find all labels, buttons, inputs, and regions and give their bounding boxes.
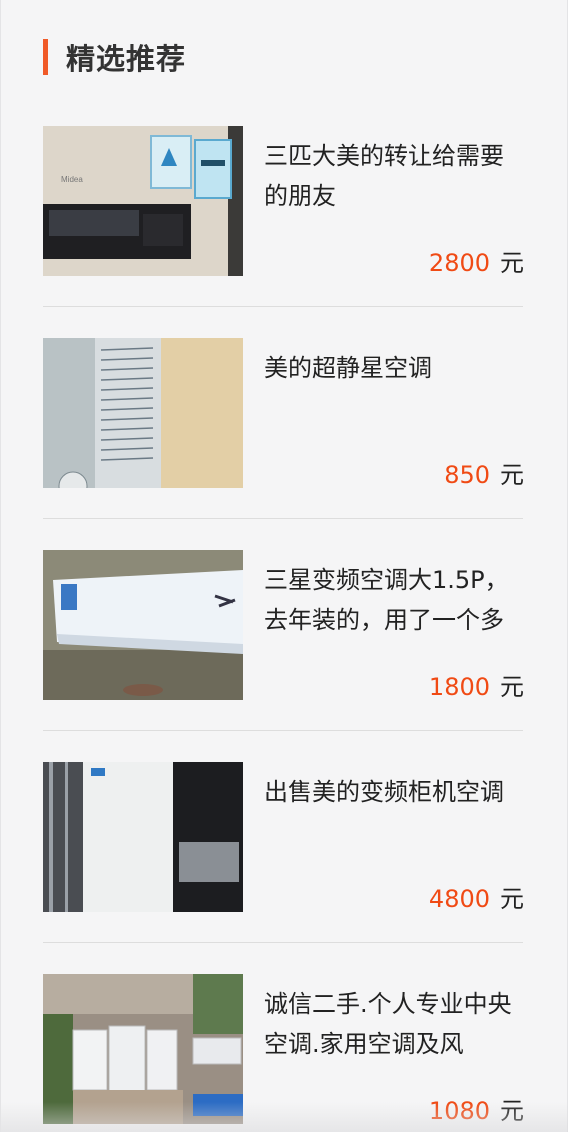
product-info: 三匹大美的转让给需要的朋友 2800 元 <box>264 136 524 277</box>
price-unit: 元 <box>500 673 524 701</box>
divider <box>43 306 523 307</box>
price-unit: 元 <box>500 461 524 489</box>
list-item[interactable]: Midea 三匹大美的转让给需要的朋友 2800 元 <box>43 126 524 338</box>
price-row: 4800 元 <box>429 882 524 916</box>
wall-unit-photo-icon <box>43 550 243 700</box>
price-unit: 元 <box>500 885 524 913</box>
svg-text:Midea: Midea <box>61 175 83 184</box>
price-row: 850 元 <box>444 458 524 492</box>
product-list: Midea 三匹大美的转让给需要的朋友 2800 元 美的超静星空调 850 元… <box>43 126 524 1132</box>
price-unit: 元 <box>500 1097 524 1125</box>
section-title: 精选推荐 <box>66 42 187 76</box>
spec-label-photo-icon <box>43 338 243 488</box>
product-thumbnail[interactable] <box>43 338 243 488</box>
price-row: 2800 元 <box>429 246 524 280</box>
divider <box>43 518 523 519</box>
list-item[interactable]: 美的超静星空调 850 元 <box>43 338 524 550</box>
product-name[interactable]: 诚信二手.个人专业中央空调.家用空调及风 <box>264 984 524 1064</box>
recommend-page: 精选推荐 Midea 三匹大美的转让给需要的朋友 2800 元 美的超静星空调 … <box>0 0 568 1132</box>
product-price: 1800 <box>428 673 490 701</box>
product-price: 2800 <box>428 249 490 277</box>
product-info: 三星变频空调大1.5P，去年装的，用了一个多 1800 元 <box>264 560 524 701</box>
divider <box>43 730 523 731</box>
product-price: 850 <box>444 461 490 489</box>
product-price: 4800 <box>428 885 490 913</box>
price-unit: 元 <box>500 249 524 277</box>
product-thumbnail[interactable]: Midea <box>43 126 243 276</box>
price-row: 1080 元 <box>429 1094 524 1128</box>
product-info: 诚信二手.个人专业中央空调.家用空调及风 1080 元 <box>264 984 524 1125</box>
product-thumbnail[interactable] <box>43 762 243 912</box>
air-conditioner-panel-photo-icon: Midea <box>43 126 243 276</box>
outdoor-units-photo-icon <box>43 974 243 1124</box>
product-name[interactable]: 美的超静星空调 <box>264 348 524 388</box>
accent-bar <box>43 39 48 75</box>
list-item[interactable]: 诚信二手.个人专业中央空调.家用空调及风 1080 元 <box>43 974 524 1132</box>
product-name[interactable]: 三匹大美的转让给需要的朋友 <box>264 136 524 216</box>
product-name[interactable]: 三星变频空调大1.5P，去年装的，用了一个多 <box>264 560 524 640</box>
product-thumbnail[interactable] <box>43 550 243 700</box>
cabinet-unit-photo-icon <box>43 762 243 912</box>
price-row: 1800 元 <box>429 670 524 704</box>
product-price: 1080 <box>428 1097 490 1125</box>
list-item[interactable]: 出售美的变频柜机空调 4800 元 <box>43 762 524 974</box>
product-name[interactable]: 出售美的变频柜机空调 <box>264 772 524 812</box>
section-header: 精选推荐 <box>43 38 186 76</box>
divider <box>43 942 523 943</box>
product-info: 出售美的变频柜机空调 4800 元 <box>264 772 524 913</box>
list-item[interactable]: 三星变频空调大1.5P，去年装的，用了一个多 1800 元 <box>43 550 524 762</box>
product-info: 美的超静星空调 850 元 <box>264 348 524 489</box>
product-thumbnail[interactable] <box>43 974 243 1124</box>
